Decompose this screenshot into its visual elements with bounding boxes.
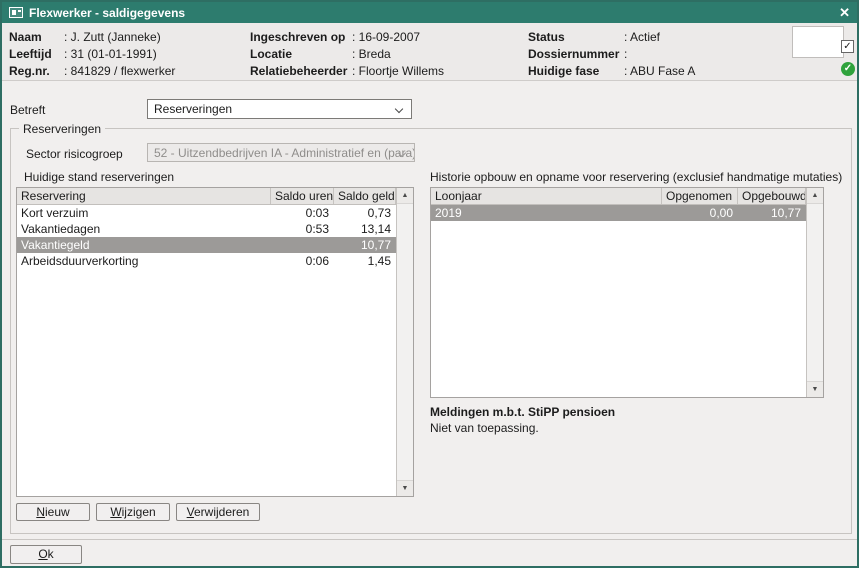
reservation-row[interactable]: Vakantiedagen 0:53 13,14 [17,221,396,237]
field-value: : [624,46,627,63]
history-table-header: Loonjaar Opgenomen Opgebouwd [431,188,806,205]
betreft-select[interactable]: Reserveringen [147,99,412,119]
reservation-hours: 0:06 [271,253,334,269]
field-value: : Floortje Willems [352,63,444,80]
window-title: Flexwerker - saldigegevens [29,6,185,20]
field-label: Huidige fase [528,63,624,80]
reservation-name: Vakantiedagen [17,221,271,237]
column-header-opgebouwd[interactable]: Opgebouwd [738,188,806,204]
info-column-2: Ingeschreven op: 16-09-2007 Locatie: Bre… [250,29,444,80]
field-value: : 31 (01-01-1991) [64,46,157,63]
field-label: Reg.nr. [9,63,64,80]
field-value: : ABU Fase A [624,63,695,80]
info-column-1: Naam: J. Zutt (Janneke) Leeftijd: 31 (01… [9,29,175,80]
column-header-saldo-geld[interactable]: Saldo geld [334,188,396,204]
history-row-selected[interactable]: 2019 0,00 10,77 [431,205,806,221]
field-value: : 16-09-2007 [352,29,420,46]
reservation-money: 10,77 [334,237,396,253]
reservation-row[interactable]: Kort verzuim 0:03 0,73 [17,205,396,221]
sector-risicogroep-label: Sector risicogroep [26,147,123,161]
betreft-selected-value: Reserveringen [154,102,232,116]
stipp-title: Meldingen m.b.t. StiPP pensioen [430,405,615,419]
field-value: : Actief [624,29,660,46]
column-header-loonjaar[interactable]: Loonjaar [431,188,662,204]
reservation-money: 1,45 [334,253,396,269]
window-icon [9,7,23,18]
info-column-3: Status: Actief Dossiernummer: Huidige fa… [528,29,695,80]
scroll-up-icon[interactable]: ▲ [807,188,823,204]
history-opgebouwd: 10,77 [738,205,806,221]
field-label: Dossiernummer [528,46,624,63]
reservation-row-selected[interactable]: Vakantiegeld 10,77 [17,237,396,253]
scrollbar-vertical[interactable]: ▲ ▼ [806,188,823,397]
nieuw-button[interactable]: Nieuw [16,503,90,521]
titlebar: Flexwerker - saldigegevens ✕ [2,2,857,23]
reservation-hours: 0:03 [271,205,334,221]
betreft-label: Betreft [10,103,45,117]
close-icon[interactable]: ✕ [839,2,850,23]
history-table: Loonjaar Opgenomen Opgebouwd 2019 0,00 1… [430,187,824,398]
field-label: Locatie [250,46,352,63]
reservations-table-title: Huidige stand reserveringen [24,170,174,184]
scroll-up-icon[interactable]: ▲ [397,188,413,204]
history-year: 2019 [431,205,662,221]
reservation-hours [271,237,334,253]
reservations-table-header: Reservering Saldo uren Saldo geld [17,188,396,205]
reservations-table: Reservering Saldo uren Saldo geld Kort v… [16,187,414,497]
wijzigen-button[interactable]: Wijzigen [96,503,170,521]
reservation-money: 13,14 [334,221,396,237]
header-checkbox[interactable]: ✓ [841,40,854,53]
field-label: Relatiebeheerder [250,63,352,80]
verwijderen-button[interactable]: Verwijderen [176,503,260,521]
reservation-money: 0,73 [334,205,396,221]
field-value: : 841829 / flexwerker [64,63,175,80]
history-table-body: 2019 0,00 10,77 [431,205,806,221]
scrollbar-track[interactable] [397,204,413,480]
scrollbar-vertical[interactable]: ▲ ▼ [396,188,413,496]
scrollbar-track[interactable] [807,204,823,381]
sector-risicogroep-select[interactable]: 52 - Uitzendbedrijven IA - Administratie… [147,143,415,162]
chevron-down-icon [395,105,403,113]
reservation-name: Kort verzuim [17,205,271,221]
column-header-opgenomen[interactable]: Opgenomen [662,188,738,204]
dialog-flexwerker-saldogegevens: Flexwerker - saldigegevens ✕ Naam: J. Zu… [0,0,859,568]
field-label: Status [528,29,624,46]
sector-selected-value: 52 - Uitzendbedrijven IA - Administratie… [154,146,415,160]
groupbox-legend: Reserveringen [19,122,105,136]
reservation-name: Arbeidsduurverkorting [17,253,271,269]
field-label: Leeftijd [9,46,64,63]
status-ok-icon: ✓ [841,62,855,76]
field-value: : Breda [352,46,391,63]
field-label: Naam [9,29,64,46]
photo-placeholder [792,26,844,58]
reservation-hours: 0:53 [271,221,334,237]
scroll-down-icon[interactable]: ▼ [397,480,413,496]
history-table-title: Historie opbouw en opname voor reserveri… [430,170,842,184]
reservations-table-body: Kort verzuim 0:03 0,73 Vakantiedagen 0:5… [17,205,396,269]
field-value: : J. Zutt (Janneke) [64,29,161,46]
stipp-text: Niet van toepassing. [430,421,539,435]
column-header-saldo-uren[interactable]: Saldo uren [271,188,334,204]
field-label: Ingeschreven op [250,29,352,46]
flexworker-info-panel: Naam: J. Zutt (Janneke) Leeftijd: 31 (01… [2,23,857,81]
reservation-row[interactable]: Arbeidsduurverkorting 0:06 1,45 [17,253,396,269]
reservation-name: Vakantiegeld [17,237,271,253]
ok-button[interactable]: Ok [10,545,82,564]
footer-divider [2,539,857,540]
history-opgenomen: 0,00 [662,205,738,221]
column-header-reservering[interactable]: Reservering [17,188,271,204]
scroll-down-icon[interactable]: ▼ [807,381,823,397]
